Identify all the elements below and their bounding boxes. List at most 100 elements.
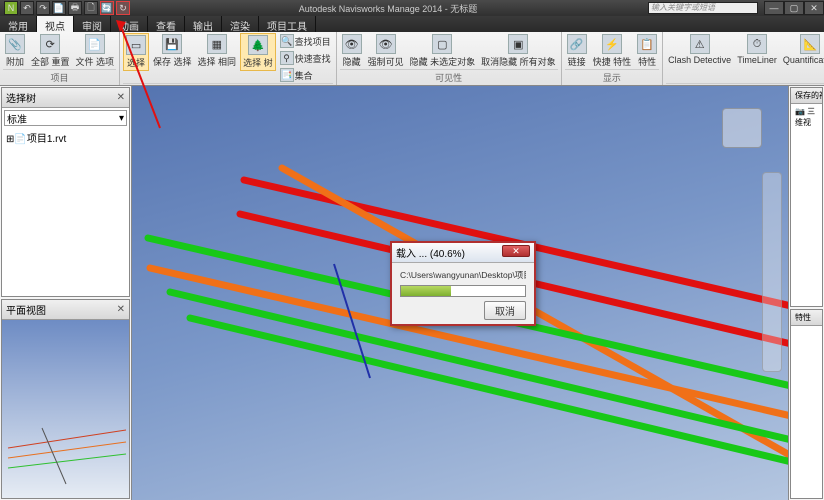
unhide-all-button[interactable]: ▣取消隐藏 所有对象 xyxy=(479,33,558,69)
select-button[interactable]: ▭选择 xyxy=(123,33,149,71)
maximize-button[interactable]: ▢ xyxy=(784,1,804,15)
links-button[interactable]: 🔗链接 xyxy=(565,33,589,69)
timeliner-button[interactable]: ⏱TimeLiner xyxy=(735,33,779,66)
plan-view-canvas[interactable] xyxy=(2,320,129,498)
sets-button[interactable]: 📑集合 xyxy=(278,67,333,83)
quantification-button[interactable]: 📐Quantification xyxy=(781,33,824,66)
ribbon-group-tools: ⚠Clash Detective ⏱TimeLiner 📐Quantificat… xyxy=(663,32,824,85)
group-label-project: 项目 xyxy=(3,69,116,85)
group-label-display: 显示 xyxy=(565,69,660,85)
plan-view-header[interactable]: 平面视图✕ xyxy=(2,300,129,320)
clash-icon: ⚠ xyxy=(690,34,710,54)
properties-panel: 特性 xyxy=(790,309,823,499)
close-button[interactable]: ✕ xyxy=(804,1,824,15)
clash-detective-button[interactable]: ⚠Clash Detective xyxy=(666,33,733,66)
selection-tree-button[interactable]: 🌲选择 树 xyxy=(240,33,276,71)
plan-view-panel: 平面视图✕ xyxy=(1,299,130,499)
file-options-button[interactable]: 📄文件 选项 xyxy=(74,33,117,69)
loading-dialog: 载入 ... (40.6%) ✕ C:\Users\wangyunan\Desk… xyxy=(390,241,536,326)
select-side-stack: 🔍查找项目 ⚲快速查找 📑集合 xyxy=(278,33,333,83)
close-icon[interactable]: ✕ xyxy=(117,304,125,315)
reset-icon: ⟳ xyxy=(40,34,60,54)
ribbon: 📎附加 ⟳全部 重置 📄文件 选项 项目 ▭选择 💾保存 选择 ▦选择 相同 🌲… xyxy=(0,32,824,86)
right-dock: 保存的视点 📷 三维视 特性 xyxy=(788,86,824,500)
cancel-button[interactable]: 取消 xyxy=(484,301,526,320)
tab-item-tools[interactable]: 项目工具 xyxy=(259,16,316,32)
quickprops-icon: ⚡ xyxy=(602,34,622,54)
tree-icon: 🌲 xyxy=(248,35,268,55)
sets-icon: 📑 xyxy=(280,68,294,82)
progress-bar xyxy=(400,285,526,297)
tab-render[interactable]: 渲染 xyxy=(222,16,259,32)
quant-icon: 📐 xyxy=(800,34,820,54)
props-icon: 📋 xyxy=(637,34,657,54)
qat-open[interactable]: 📄 xyxy=(52,1,66,15)
qat-new[interactable]: 🗋 xyxy=(84,1,98,15)
tab-view[interactable]: 查看 xyxy=(148,16,185,32)
reset-all-button[interactable]: ⟳全部 重置 xyxy=(29,33,72,69)
viewpoint-item[interactable]: 📷 三维视 xyxy=(795,106,818,128)
dialog-title-text: 载入 ... (40.6%) xyxy=(396,245,465,260)
ribbon-group-visibility: 👁隐藏 👁强制可见 ▢隐藏 未选定对象 ▣取消隐藏 所有对象 可见性 xyxy=(337,32,562,85)
dialog-close-button[interactable]: ✕ xyxy=(502,245,530,257)
selection-tree-header[interactable]: 选择树✕ xyxy=(2,88,129,108)
properties-button[interactable]: 📋特性 xyxy=(635,33,659,69)
qat-refresh[interactable]: 🔄 xyxy=(100,1,114,15)
qat-undo[interactable]: ↶ xyxy=(20,1,34,15)
quick-access-toolbar: N ↶ ↷ 📄 🖶 🗋 🔄 ↻ xyxy=(0,1,134,15)
select-same-button[interactable]: ▦选择 相同 xyxy=(196,33,239,69)
tree-item-root[interactable]: ⊞📄项目1.rvt xyxy=(6,130,125,145)
progress-fill xyxy=(401,286,451,296)
save-selection-icon: 💾 xyxy=(162,34,182,54)
links-icon: 🔗 xyxy=(567,34,587,54)
qat-reload[interactable]: ↻ xyxy=(116,1,130,15)
unhide-icon: ▣ xyxy=(508,34,528,54)
view-cube[interactable] xyxy=(722,108,762,148)
saved-viewpoints-header[interactable]: 保存的视点 xyxy=(791,88,822,104)
quick-props-button[interactable]: ⚡快捷 特性 xyxy=(591,33,634,69)
dialog-titlebar[interactable]: 载入 ... (40.6%) ✕ xyxy=(392,243,534,263)
selection-tree[interactable]: ⊞📄项目1.rvt xyxy=(2,128,129,296)
qat-print[interactable]: 🖶 xyxy=(68,1,82,15)
timeliner-icon: ⏱ xyxy=(747,34,767,54)
tab-viewpoint[interactable]: 视点 xyxy=(37,16,74,32)
attach-button[interactable]: 📎附加 xyxy=(3,33,27,69)
minimize-button[interactable]: — xyxy=(764,1,784,15)
saved-viewpoints-list[interactable]: 📷 三维视 xyxy=(791,104,822,306)
find-icon: 🔍 xyxy=(280,34,294,48)
close-icon[interactable]: ✕ xyxy=(117,92,125,103)
navigation-bar[interactable] xyxy=(762,172,782,372)
selection-tree-panel: 选择树✕ 标准▾ ⊞📄项目1.rvt xyxy=(1,87,130,297)
hide-unselected-button[interactable]: ▢隐藏 未选定对象 xyxy=(408,33,478,69)
require-visible-button[interactable]: 👁强制可见 xyxy=(366,33,406,69)
quick-find-button[interactable]: ⚲快速查找 xyxy=(278,50,333,66)
find-items-button[interactable]: 🔍查找项目 xyxy=(278,33,333,49)
file-options-icon: 📄 xyxy=(85,34,105,54)
tab-output[interactable]: 输出 xyxy=(185,16,222,32)
window-title: Autodesk Navisworks Manage 2014 - 无标题 xyxy=(134,2,642,15)
hide-button[interactable]: 👁隐藏 xyxy=(340,33,364,69)
quickfind-icon: ⚲ xyxy=(280,51,294,65)
left-dock: 选择树✕ 标准▾ ⊞📄项目1.rvt 平面视图✕ xyxy=(0,86,132,500)
tab-animation[interactable]: 动画 xyxy=(111,16,148,32)
hide-icon: 👁 xyxy=(342,34,362,54)
saved-viewpoints-panel: 保存的视点 📷 三维视 xyxy=(790,87,823,307)
ribbon-group-display: 🔗链接 ⚡快捷 特性 📋特性 显示 xyxy=(562,32,664,85)
title-bar: N ↶ ↷ 📄 🖶 🗋 🔄 ↻ Autodesk Navisworks Mana… xyxy=(0,0,824,16)
attach-icon: 📎 xyxy=(5,34,25,54)
tree-mode-combo[interactable]: 标准▾ xyxy=(4,110,127,126)
properties-header[interactable]: 特性 xyxy=(791,310,822,326)
ribbon-group-select: ▭选择 💾保存 选择 ▦选择 相同 🌲选择 树 🔍查找项目 ⚲快速查找 📑集合 … xyxy=(120,32,337,85)
tab-review[interactable]: 审阅 xyxy=(74,16,111,32)
qat-redo[interactable]: ↷ xyxy=(36,1,50,15)
app-menu-button[interactable]: N xyxy=(4,1,18,15)
help-search-input[interactable]: 输入关键字或短语 xyxy=(648,2,758,14)
tab-home[interactable]: 常用 xyxy=(0,16,37,32)
group-label-visibility: 可见性 xyxy=(340,69,558,85)
select-same-icon: ▦ xyxy=(207,34,227,54)
window-controls: — ▢ ✕ xyxy=(764,1,824,15)
ribbon-group-project: 📎附加 ⟳全部 重置 📄文件 选项 项目 xyxy=(0,32,120,85)
save-selection-button[interactable]: 💾保存 选择 xyxy=(151,33,194,69)
dialog-body: C:\Users\wangyunan\Desktop\项目1.rvt 取消 xyxy=(392,263,534,324)
hide-unsel-icon: ▢ xyxy=(432,34,452,54)
